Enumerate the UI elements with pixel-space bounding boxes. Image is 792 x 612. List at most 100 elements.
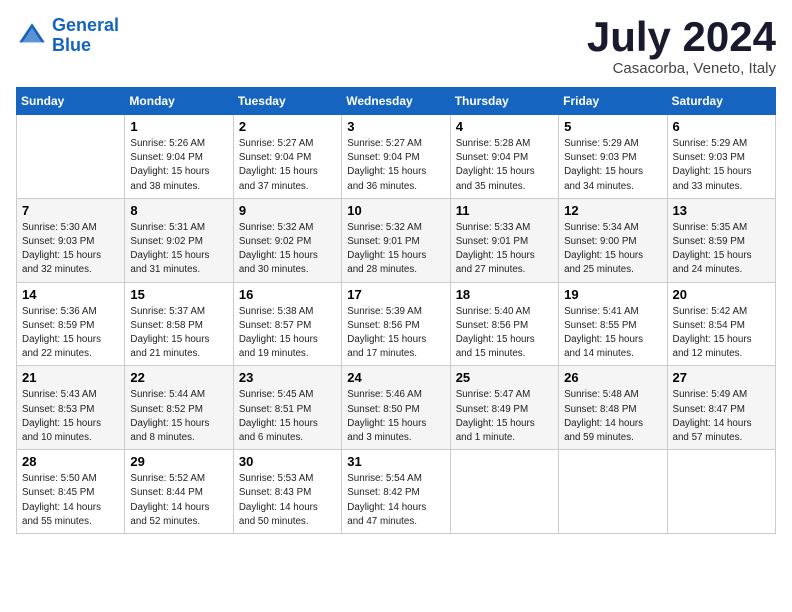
day-number: 11 [456, 203, 553, 218]
logo-line1: General [52, 15, 119, 35]
day-number: 31 [347, 454, 444, 469]
day-info: Sunrise: 5:53 AM Sunset: 8:43 PM Dayligh… [239, 472, 336, 529]
day-cell: 8 Sunrise: 5:31 AM Sunset: 9:02 PM Daylig… [125, 198, 233, 282]
day-cell: 13 Sunrise: 5:35 AM Sunset: 8:59 PM Dayli… [667, 198, 775, 282]
day-info: Sunrise: 5:38 AM Sunset: 8:57 PM Dayligh… [239, 305, 336, 362]
day-number: 21 [22, 370, 119, 385]
day-number: 13 [673, 203, 770, 218]
day-info: Sunrise: 5:33 AM Sunset: 9:01 PM Dayligh… [456, 221, 553, 278]
day-info: Sunrise: 5:36 AM Sunset: 8:59 PM Dayligh… [22, 305, 119, 362]
page-header: General Blue July 2024 Casacorba, Veneto… [16, 16, 776, 77]
day-number: 22 [130, 370, 227, 385]
day-number: 24 [347, 370, 444, 385]
day-info: Sunrise: 5:37 AM Sunset: 8:58 PM Dayligh… [130, 305, 227, 362]
day-cell: 14Sunrise: 5:36 AM Sunset: 8:59 PM Dayli… [17, 282, 125, 366]
day-cell: 18 Sunrise: 5:40 AM Sunset: 8:56 PM Dayli… [450, 282, 558, 366]
day-info: Sunrise: 5:29 AM Sunset: 9:03 PM Dayligh… [564, 137, 661, 194]
day-cell: 19 Sunrise: 5:41 AM Sunset: 8:55 PM Dayli… [559, 282, 667, 366]
logo-line2: Blue [52, 35, 91, 55]
logo-text: General Blue [52, 16, 119, 56]
day-info: Sunrise: 5:43 AM Sunset: 8:53 PM Dayligh… [22, 388, 119, 445]
day-info: Sunrise: 5:27 AM Sunset: 9:04 PM Dayligh… [347, 137, 444, 194]
day-cell: 11 Sunrise: 5:33 AM Sunset: 9:01 PM Dayli… [450, 198, 558, 282]
day-info: Sunrise: 5:48 AM Sunset: 8:48 PM Dayligh… [564, 388, 661, 445]
day-cell: 7 Sunrise: 5:30 AM Sunset: 9:03 PM Daylig… [17, 198, 125, 282]
week-row-2: 7 Sunrise: 5:30 AM Sunset: 9:03 PM Daylig… [17, 198, 776, 282]
day-cell: 16 Sunrise: 5:38 AM Sunset: 8:57 PM Dayli… [233, 282, 341, 366]
week-row-3: 14Sunrise: 5:36 AM Sunset: 8:59 PM Dayli… [17, 282, 776, 366]
day-info: Sunrise: 5:35 AM Sunset: 8:59 PM Dayligh… [673, 221, 770, 278]
logo: General Blue [16, 16, 119, 56]
title-block: July 2024 Casacorba, Veneto, Italy [587, 16, 776, 77]
day-number: 8 [130, 203, 227, 218]
day-cell: 29 Sunrise: 5:52 AM Sunset: 8:44 PM Dayli… [125, 450, 233, 534]
day-cell: 4Sunrise: 5:28 AM Sunset: 9:04 PM Daylig… [450, 115, 558, 199]
day-info: Sunrise: 5:41 AM Sunset: 8:55 PM Dayligh… [564, 305, 661, 362]
day-number: 9 [239, 203, 336, 218]
header-row: SundayMondayTuesdayWednesdayThursdayFrid… [17, 88, 776, 115]
day-cell: 23 Sunrise: 5:45 AM Sunset: 8:51 PM Dayli… [233, 366, 341, 450]
day-cell: 12Sunrise: 5:34 AM Sunset: 9:00 PM Dayli… [559, 198, 667, 282]
day-cell: 15 Sunrise: 5:37 AM Sunset: 8:58 PM Dayli… [125, 282, 233, 366]
column-header-sunday: Sunday [17, 88, 125, 115]
day-number: 27 [673, 370, 770, 385]
day-number: 3 [347, 119, 444, 134]
day-info: Sunrise: 5:32 AM Sunset: 9:01 PM Dayligh… [347, 221, 444, 278]
day-info: Sunrise: 5:40 AM Sunset: 8:56 PM Dayligh… [456, 305, 553, 362]
day-number: 17 [347, 287, 444, 302]
day-cell: 9 Sunrise: 5:32 AM Sunset: 9:02 PM Daylig… [233, 198, 341, 282]
day-cell: 17 Sunrise: 5:39 AM Sunset: 8:56 PM Dayli… [342, 282, 450, 366]
column-header-wednesday: Wednesday [342, 88, 450, 115]
day-cell: 2Sunrise: 5:27 AM Sunset: 9:04 PM Daylig… [233, 115, 341, 199]
day-cell [17, 115, 125, 199]
day-cell [559, 450, 667, 534]
day-cell [450, 450, 558, 534]
location: Casacorba, Veneto, Italy [587, 60, 776, 77]
day-info: Sunrise: 5:26 AM Sunset: 9:04 PM Dayligh… [130, 137, 227, 194]
day-number: 16 [239, 287, 336, 302]
day-info: Sunrise: 5:52 AM Sunset: 8:44 PM Dayligh… [130, 472, 227, 529]
day-cell: 24 Sunrise: 5:46 AM Sunset: 8:50 PM Dayli… [342, 366, 450, 450]
day-cell: 1 Sunrise: 5:26 AM Sunset: 9:04 PM Daylig… [125, 115, 233, 199]
day-cell: 5 Sunrise: 5:29 AM Sunset: 9:03 PM Daylig… [559, 115, 667, 199]
day-cell: 20Sunrise: 5:42 AM Sunset: 8:54 PM Dayli… [667, 282, 775, 366]
calendar-table: SundayMondayTuesdayWednesdayThursdayFrid… [16, 87, 776, 534]
day-info: Sunrise: 5:39 AM Sunset: 8:56 PM Dayligh… [347, 305, 444, 362]
day-number: 6 [673, 119, 770, 134]
day-cell: 31Sunrise: 5:54 AM Sunset: 8:42 PM Dayli… [342, 450, 450, 534]
day-number: 12 [564, 203, 661, 218]
day-info: Sunrise: 5:42 AM Sunset: 8:54 PM Dayligh… [673, 305, 770, 362]
day-number: 19 [564, 287, 661, 302]
month-title: July 2024 [587, 16, 776, 58]
day-cell: 27 Sunrise: 5:49 AM Sunset: 8:47 PM Dayli… [667, 366, 775, 450]
day-info: Sunrise: 5:32 AM Sunset: 9:02 PM Dayligh… [239, 221, 336, 278]
logo-icon [16, 20, 48, 52]
day-number: 4 [456, 119, 553, 134]
day-cell: 26Sunrise: 5:48 AM Sunset: 8:48 PM Dayli… [559, 366, 667, 450]
day-cell: 22 Sunrise: 5:44 AM Sunset: 8:52 PM Dayli… [125, 366, 233, 450]
day-number: 7 [22, 203, 119, 218]
day-cell: 28Sunrise: 5:50 AM Sunset: 8:45 PM Dayli… [17, 450, 125, 534]
day-number: 30 [239, 454, 336, 469]
day-info: Sunrise: 5:30 AM Sunset: 9:03 PM Dayligh… [22, 221, 119, 278]
day-number: 28 [22, 454, 119, 469]
day-info: Sunrise: 5:44 AM Sunset: 8:52 PM Dayligh… [130, 388, 227, 445]
column-header-saturday: Saturday [667, 88, 775, 115]
day-info: Sunrise: 5:49 AM Sunset: 8:47 PM Dayligh… [673, 388, 770, 445]
week-row-5: 28Sunrise: 5:50 AM Sunset: 8:45 PM Dayli… [17, 450, 776, 534]
day-number: 15 [130, 287, 227, 302]
day-number: 23 [239, 370, 336, 385]
day-number: 29 [130, 454, 227, 469]
column-header-thursday: Thursday [450, 88, 558, 115]
day-info: Sunrise: 5:31 AM Sunset: 9:02 PM Dayligh… [130, 221, 227, 278]
day-number: 18 [456, 287, 553, 302]
day-number: 1 [130, 119, 227, 134]
day-info: Sunrise: 5:46 AM Sunset: 8:50 PM Dayligh… [347, 388, 444, 445]
day-info: Sunrise: 5:47 AM Sunset: 8:49 PM Dayligh… [456, 388, 553, 445]
day-number: 5 [564, 119, 661, 134]
week-row-4: 21 Sunrise: 5:43 AM Sunset: 8:53 PM Dayli… [17, 366, 776, 450]
day-info: Sunrise: 5:27 AM Sunset: 9:04 PM Dayligh… [239, 137, 336, 194]
day-info: Sunrise: 5:45 AM Sunset: 8:51 PM Dayligh… [239, 388, 336, 445]
day-cell [667, 450, 775, 534]
column-header-monday: Monday [125, 88, 233, 115]
